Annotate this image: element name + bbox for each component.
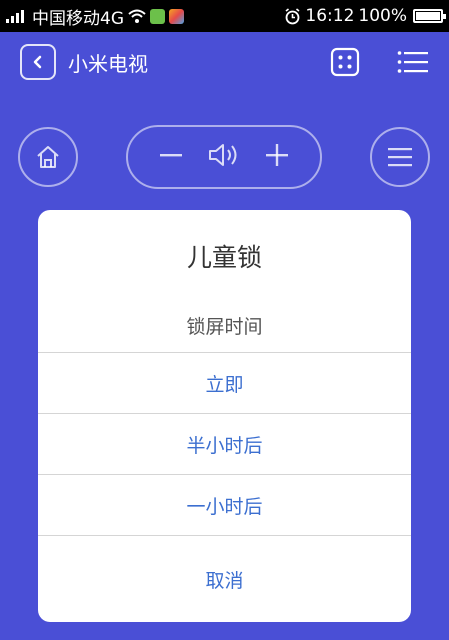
- menu-button[interactable]: [397, 46, 429, 78]
- volume-indicator: [207, 141, 241, 173]
- volume-down-button[interactable]: [158, 142, 184, 172]
- home-icon: [37, 146, 59, 168]
- status-bar-right: 16:12 100%: [284, 6, 446, 26]
- volume-up-button[interactable]: [264, 142, 290, 172]
- menu-circle-icon: [388, 148, 412, 167]
- battery-label: 100%: [358, 6, 407, 26]
- wechat-icon: [150, 8, 165, 24]
- dice-icon: [330, 47, 360, 77]
- remote-controls: [0, 125, 449, 191]
- page-title: 小米电视: [68, 51, 148, 76]
- dialog-subtitle: 锁屏时间: [186, 315, 263, 338]
- dialog-title: 儿童锁: [186, 243, 262, 272]
- wifi-icon: [128, 9, 146, 23]
- option-immediately[interactable]: 立即: [38, 352, 411, 413]
- back-button[interactable]: [20, 44, 56, 80]
- menu-icon: [397, 51, 428, 73]
- menu-circle-button[interactable]: [370, 127, 430, 187]
- battery-icon: [413, 9, 446, 23]
- carrier-label: 中国移动4G: [32, 8, 124, 29]
- back-icon: [33, 55, 42, 69]
- volume-icon: [208, 144, 237, 166]
- volume-down-icon: [159, 154, 182, 157]
- home-button[interactable]: [18, 127, 78, 187]
- dice-button[interactable]: [329, 46, 361, 78]
- cancel-button[interactable]: 取消: [38, 535, 411, 622]
- clock-label: 16:12: [305, 6, 355, 26]
- status-bar: 中国移动4G 16:12 100%: [0, 0, 449, 32]
- volume-up-icon: [266, 144, 289, 166]
- app-header: 小米电视: [0, 32, 449, 92]
- option-one-hour[interactable]: 一小时后: [38, 474, 411, 535]
- option-half-hour[interactable]: 半小时后: [38, 413, 411, 474]
- signal-icon: [6, 9, 24, 23]
- app-icon: [169, 8, 184, 24]
- alarm-icon: [285, 7, 300, 24]
- status-bar-left: 中国移动4G: [6, 4, 184, 29]
- child-lock-dialog: 儿童锁 锁屏时间 立即 半小时后 一小时后 取消: [38, 210, 411, 622]
- volume-control: [126, 125, 322, 189]
